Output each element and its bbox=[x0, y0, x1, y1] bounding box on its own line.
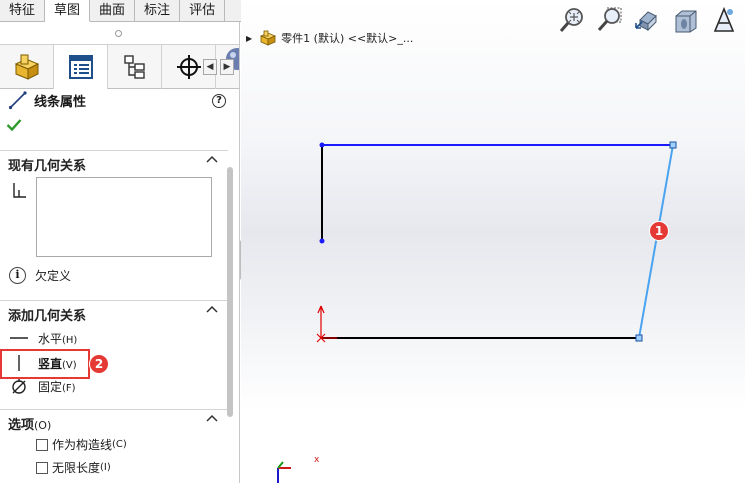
axis-x-label: x bbox=[314, 455, 320, 465]
feature-manager-tab[interactable] bbox=[0, 45, 54, 89]
add-relations-header[interactable]: 添加几何关系 bbox=[0, 300, 228, 324]
sketch-point[interactable] bbox=[319, 238, 325, 244]
options-heading-text: 选项 bbox=[8, 418, 35, 433]
existing-relations-header[interactable]: 现有几何关系 bbox=[0, 150, 228, 174]
option-construction[interactable]: 作为构造线 (C) bbox=[36, 436, 127, 453]
configuration-manager-icon bbox=[123, 55, 145, 79]
sketch-origin-icon bbox=[316, 305, 337, 343]
construction-label: 作为构造线 bbox=[52, 438, 113, 452]
panel-title: 线条属性 bbox=[34, 94, 87, 110]
view-triad-icon bbox=[277, 461, 291, 483]
chevron-up-icon[interactable] bbox=[206, 155, 218, 165]
sketch-endpoint-selected[interactable] bbox=[635, 334, 643, 342]
status-text: 欠定义 bbox=[35, 269, 72, 283]
fix-accel: (F) bbox=[62, 382, 76, 394]
feature-manager-icon bbox=[14, 54, 39, 80]
construction-accel: (C) bbox=[112, 439, 127, 450]
options-heading: 选项(O) bbox=[8, 414, 51, 433]
manager-tabs: ◀ ▶ bbox=[0, 45, 239, 89]
property-manager-icon bbox=[68, 55, 93, 79]
sketch-line-selected[interactable] bbox=[638, 144, 674, 339]
existing-relations-heading: 现有几何关系 bbox=[8, 159, 87, 174]
panel-grip[interactable] bbox=[0, 22, 239, 45]
tab-annotation[interactable]: 标注 bbox=[135, 0, 181, 22]
existing-relations-list[interactable] bbox=[36, 177, 212, 257]
relations-type-icon bbox=[10, 181, 28, 204]
horizontal-label: 水平 bbox=[38, 331, 63, 346]
command-manager-tabs: 特征 草图 曲面 标注 评估 bbox=[0, 0, 276, 22]
anchor-icon bbox=[8, 376, 30, 396]
help-icon[interactable]: ? bbox=[212, 94, 226, 108]
tab-sketch[interactable]: 草图 bbox=[45, 0, 91, 22]
chevron-up-icon[interactable] bbox=[206, 414, 218, 424]
property-manager-title: 线条属性 bbox=[8, 90, 86, 110]
construction-checkbox[interactable] bbox=[36, 438, 48, 451]
chevron-up-icon[interactable] bbox=[206, 305, 218, 315]
checkmark-icon bbox=[6, 119, 22, 132]
infinite-length-accel: (I) bbox=[100, 462, 111, 473]
configuration-manager-tab[interactable] bbox=[108, 45, 162, 89]
tab-evaluate[interactable]: 评估 bbox=[180, 0, 226, 22]
tab-features[interactable]: 特征 bbox=[0, 0, 46, 22]
vertical-callout-highlight bbox=[0, 349, 90, 379]
grip-dot-icon bbox=[115, 30, 122, 37]
property-manager-tab[interactable] bbox=[54, 45, 108, 89]
definition-status: i 欠定义 bbox=[9, 267, 71, 284]
callout-badge-1: 1 bbox=[649, 221, 669, 241]
fix-label: 固定 bbox=[38, 379, 63, 394]
scroll-right-icon[interactable]: ▶ bbox=[220, 59, 234, 75]
callout-badge-2: 2 bbox=[89, 354, 109, 374]
tab-surfaces[interactable]: 曲面 bbox=[90, 0, 136, 22]
horizontal-icon bbox=[8, 328, 30, 348]
sketch-point[interactable] bbox=[319, 142, 325, 148]
ok-button[interactable] bbox=[6, 118, 22, 135]
property-manager-panel: ◀ ▶ 线条属性 ? 现有几何关系 i 欠定义 添加几何关系 水平(H) 竖直(… bbox=[0, 22, 240, 483]
sketch-canvas[interactable] bbox=[241, 0, 745, 483]
relation-horizontal[interactable]: 水平(H) bbox=[8, 328, 77, 348]
sketch-endpoint-selected[interactable] bbox=[669, 141, 677, 149]
line-icon bbox=[8, 91, 27, 110]
options-header[interactable]: 选项(O) bbox=[0, 409, 228, 433]
option-infinite-length[interactable]: 无限长度 (I) bbox=[36, 459, 111, 476]
scroll-left-icon[interactable]: ◀ bbox=[203, 59, 217, 75]
panel-scrollbar[interactable] bbox=[227, 167, 233, 417]
relation-fix[interactable]: 固定(F) bbox=[8, 376, 76, 396]
infinite-length-checkbox[interactable] bbox=[36, 461, 48, 474]
dimxpert-manager-icon bbox=[176, 55, 201, 79]
options-heading-accel: (O) bbox=[34, 419, 52, 432]
infinite-length-label: 无限长度 bbox=[52, 461, 101, 475]
add-relations-heading: 添加几何关系 bbox=[8, 309, 87, 324]
horizontal-accel: (H) bbox=[62, 334, 78, 346]
info-icon: i bbox=[9, 267, 26, 284]
